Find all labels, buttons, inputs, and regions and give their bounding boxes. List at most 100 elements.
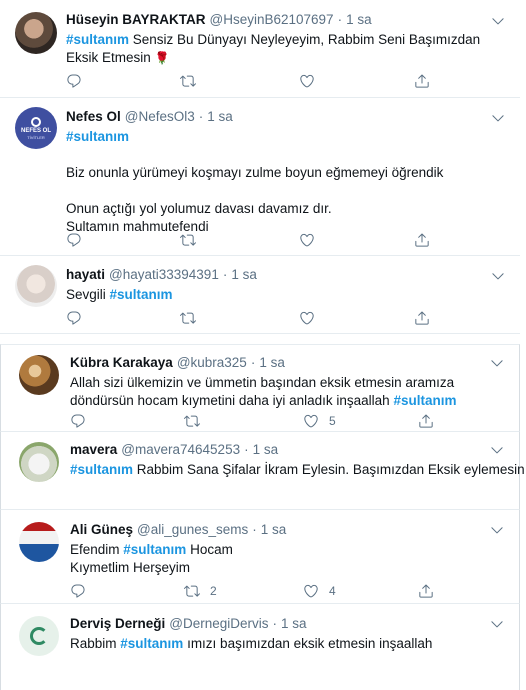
avatar-logo-icon	[31, 116, 41, 127]
tweet-item[interactable]: Kübra Karakaya @kubra325 · 1 sa Allah si…	[0, 344, 520, 432]
reply-button[interactable]	[66, 309, 82, 327]
author-name[interactable]: mavera	[70, 441, 117, 459]
hashtag-link[interactable]: #sultanım	[66, 129, 129, 144]
tweet-item[interactable]: mavera @mavera74645253 · 1 sa #sultanım …	[0, 432, 525, 510]
avatar[interactable]	[19, 522, 59, 562]
like-button[interactable]	[299, 231, 315, 249]
like-button[interactable]	[299, 72, 315, 90]
share-icon	[414, 310, 430, 326]
chevron-down-icon[interactable]	[489, 442, 505, 458]
avatar[interactable]	[19, 355, 59, 395]
avatar[interactable]	[15, 12, 57, 54]
separator-dot: ·	[250, 355, 256, 370]
share-button[interactable]	[414, 231, 430, 249]
tweet-text-segment: Hocam	[186, 542, 233, 557]
hashtag-link[interactable]: #sultanım	[123, 542, 186, 557]
chevron-down-icon[interactable]	[489, 522, 505, 538]
like-count: 4	[329, 584, 336, 598]
hashtag-link[interactable]: #sultanım	[393, 393, 456, 408]
retweet-icon	[180, 232, 196, 248]
retweet-button[interactable]	[184, 412, 200, 430]
author-handle[interactable]: @mavera74645253	[121, 441, 240, 459]
chevron-down-icon[interactable]	[490, 268, 506, 284]
heart-icon	[299, 232, 315, 248]
reply-icon	[70, 413, 86, 429]
tweet-time[interactable]: 1 sa	[231, 266, 257, 284]
author-handle[interactable]: @DernegiDervis	[169, 615, 268, 633]
hashtag-link[interactable]: #sultanım	[110, 287, 173, 302]
author-name[interactable]: Kübra Karakaya	[70, 354, 173, 372]
tweet-item[interactable]: Hüseyin BAYRAKTAR @HseyinB62107697 · 1 s…	[0, 0, 520, 98]
tweet-text: #sultanım	[66, 128, 508, 146]
share-button[interactable]	[414, 309, 430, 327]
author-handle[interactable]: @HseyinB62107697	[210, 11, 334, 29]
author-name[interactable]: Hüseyin BAYRAKTAR	[66, 11, 206, 29]
reply-button[interactable]	[70, 412, 86, 430]
author-handle[interactable]: @kubra325	[177, 354, 247, 372]
hashtag-link[interactable]: #sultanım	[66, 32, 129, 47]
author-handle[interactable]: @ali_gunes_sems	[137, 521, 248, 539]
author-name[interactable]: Nefes Ol	[66, 108, 121, 126]
tweet-item[interactable]: NEFES OL TİVİTLER Nefes Ol @NefesOl3 · 1…	[0, 98, 520, 256]
reply-icon	[70, 583, 86, 599]
reply-button[interactable]	[66, 72, 82, 90]
author-name[interactable]: Ali Güneş	[70, 521, 133, 539]
retweet-icon	[180, 73, 196, 89]
author-name[interactable]: hayati	[66, 266, 105, 284]
tweet-text: Allah sizi ülkemizin ve ümmetin başından…	[70, 374, 507, 410]
retweet-icon	[184, 413, 200, 429]
retweet-button[interactable]	[180, 309, 196, 327]
reply-button[interactable]	[70, 582, 86, 600]
retweet-icon	[180, 310, 196, 326]
chevron-down-icon[interactable]	[489, 616, 505, 632]
avatar[interactable]	[15, 265, 57, 307]
share-button[interactable]	[414, 72, 430, 90]
like-button[interactable]: 5	[303, 412, 336, 430]
chevron-down-icon[interactable]	[490, 13, 506, 29]
retweet-icon	[184, 583, 200, 599]
separator-dot: ·	[272, 616, 278, 631]
author-handle[interactable]: @hayati33394391	[109, 266, 219, 284]
avatar-logo-subtext: TİVİTLER	[27, 134, 45, 140]
separator-dot: ·	[252, 522, 257, 537]
share-button[interactable]	[418, 582, 434, 600]
tweet-text: #sultanım Rabbim Sana Şifalar İkram Eyle…	[70, 461, 525, 479]
tweet-time[interactable]: 1 sa	[346, 11, 372, 29]
avatar[interactable]	[19, 442, 59, 482]
tweet-time[interactable]: 1 sa	[261, 521, 287, 539]
tweet-time[interactable]: 1 sa	[207, 108, 233, 126]
tweet-text-segment: Rabbim	[70, 636, 121, 651]
retweet-button[interactable]	[180, 231, 196, 249]
avatar[interactable]	[19, 616, 59, 656]
hashtag-link[interactable]: #sultanım	[70, 462, 133, 477]
tweet-text: #sultanım Sensiz Bu Dünyayı Neyleyeyim, …	[66, 31, 508, 67]
share-icon	[414, 232, 430, 248]
separator-dot: ·	[337, 12, 343, 27]
heart-icon	[303, 413, 319, 429]
author-handle[interactable]: @NefesOl3	[125, 108, 195, 126]
tweet-item[interactable]: hayati @hayati33394391 · 1 sa Sevgili #s…	[0, 256, 520, 334]
author-name[interactable]: Derviş Derneği	[70, 615, 165, 633]
tweet-time[interactable]: 1 sa	[281, 615, 307, 633]
like-button[interactable]: 4	[303, 582, 336, 600]
avatar[interactable]: NEFES OL TİVİTLER	[15, 107, 57, 149]
tweet-text-line: Onun açtığı yol yolumuz davası davamız d…	[66, 201, 332, 216]
chevron-down-icon[interactable]	[490, 110, 506, 126]
tweet-time[interactable]: 1 sa	[259, 354, 285, 372]
tweet-item[interactable]: Derviş Derneği @DernegiDervis · 1 sa Rab…	[0, 604, 520, 690]
like-button[interactable]	[299, 309, 315, 327]
chevron-down-icon[interactable]	[489, 355, 505, 371]
share-icon	[418, 413, 434, 429]
reply-button[interactable]	[66, 231, 82, 249]
avatar-logo-text: NEFES OL	[20, 127, 51, 134]
share-button[interactable]	[418, 412, 434, 430]
tweet-item[interactable]: Ali Güneş @ali_gunes_sems · 1 sa Efendim…	[0, 510, 520, 604]
separator-dot: ·	[198, 109, 204, 124]
tweet-text-segment: Sevgili	[66, 287, 110, 302]
retweet-button[interactable]	[180, 72, 196, 90]
hashtag-link[interactable]: #sultanım	[120, 636, 183, 651]
tweet-text-segment: Sensiz Bu Dünyayı Neyleyeyim, Rabbim Sen…	[66, 32, 481, 65]
tweet-time[interactable]: 1 sa	[253, 441, 279, 459]
retweet-button[interactable]: 2	[184, 582, 217, 600]
tweet-text: Sevgili #sultanım	[66, 286, 508, 304]
